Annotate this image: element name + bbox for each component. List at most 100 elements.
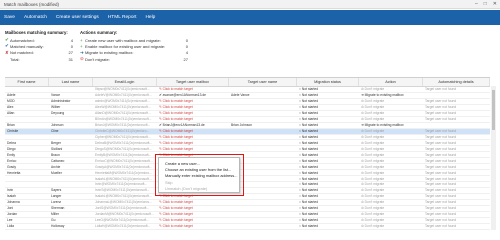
table-cell: EmilyB@WOM0x7411(0c)emicrosoft... xyxy=(95,152,152,157)
table-cell[interactable]: ⊘ Don't migrate xyxy=(359,176,423,181)
table-cell[interactable]: ⊘ Don't migrate xyxy=(359,117,423,122)
table-cell xyxy=(423,93,490,98)
table-cell[interactable]: ⊘ Don't migrate xyxy=(359,224,423,229)
table-cell: Target user not found xyxy=(425,188,457,193)
table-cell[interactable]: ➜ Migrate to existing mailbox xyxy=(359,93,423,98)
menu-html-report[interactable]: HTML Report xyxy=(108,15,137,20)
table-cell: admin@WOM0x7411(0c)emicrosoft... xyxy=(95,99,150,104)
table-cell[interactable]: ⊘ Don't migrate xyxy=(359,164,423,169)
actions_summary-row: ➜ Migrate to existing mailbox: 4 xyxy=(80,50,188,56)
table-cell: Jordan xyxy=(7,212,18,217)
table-cell: Cline xyxy=(51,129,59,134)
table-cell[interactable]: ⊘ Don't migrate xyxy=(359,212,423,217)
table-cell: ○ Not started xyxy=(299,105,319,110)
table-cell: ○ Not started xyxy=(299,206,319,211)
table-cell: Diego xyxy=(7,146,16,151)
table-cell: Braun xyxy=(51,152,60,157)
table-cell xyxy=(5,135,49,140)
maximize-icon[interactable]: □ xyxy=(484,1,487,7)
table-cell[interactable]: ✔ avance@env1ANorman13.de xyxy=(157,93,229,98)
table-cell[interactable]: ✎ Click to match target xyxy=(157,200,229,205)
table-cell[interactable]: ⊘ Don't migrate xyxy=(359,158,423,163)
table-cell: EnricoC@WOM0x7411(0c)emicrosoft... xyxy=(95,158,153,163)
table-cell[interactable]: ⊘ Don't migrate xyxy=(359,140,423,145)
table-cell[interactable]: ⊘ Don't migrate xyxy=(359,194,423,199)
table-cell[interactable]: ✎ Click to match target xyxy=(157,146,229,151)
table-cell[interactable]: ⊘ Don't migrate xyxy=(359,146,423,151)
column-header[interactable]: Action xyxy=(359,78,423,86)
table-cell[interactable]: ➜ Migrate to existing mailbox xyxy=(359,123,423,128)
table-cell[interactable]: ✎ Click to match target xyxy=(157,99,229,104)
menu-automatch[interactable]: Automatch xyxy=(24,15,47,20)
table-cell: Administrator xyxy=(51,99,71,104)
table-cell[interactable]: ✔ BrianJ@env1ANorman13.de xyxy=(157,123,229,128)
table-cell[interactable]: ⊘ Don't migrate xyxy=(359,218,423,223)
mailbox_summary-row: Total: 31 xyxy=(5,56,73,62)
minimize-icon[interactable]: – xyxy=(475,1,478,7)
table-cell[interactable]: ✎ Click to match target xyxy=(157,129,229,134)
summary-label: Total: xyxy=(10,56,20,62)
table-cell: ○ Not started xyxy=(299,158,319,163)
menu-save[interactable]: Save xyxy=(4,15,15,20)
table-cell[interactable]: ⊘ Don't migrate xyxy=(359,135,423,140)
table-row[interactable]: Lidia Holloway LidiaH@WOM0x7411(0c)emicros… xyxy=(5,224,490,230)
table-cell[interactable]: ✎ Click to match target xyxy=(157,105,229,110)
vertical-scrollbar[interactable] xyxy=(491,86,496,230)
menu-create-user-settings[interactable]: Create user settings xyxy=(56,15,99,20)
table-cell[interactable]: ⊘ Don't migrate xyxy=(359,188,423,193)
table-cell[interactable]: ✎ Click to match target xyxy=(157,87,229,92)
table-cell xyxy=(229,87,297,92)
table-cell[interactable]: ✎ Click to match target xyxy=(157,135,229,140)
table-cell[interactable]: ⊘ Don't migrate xyxy=(359,87,423,92)
table-cell xyxy=(49,182,93,187)
summary-label: Automatched: xyxy=(10,37,35,43)
table-cell: Emily xyxy=(7,152,16,157)
table-cell: Target user not found xyxy=(425,140,457,145)
column-header[interactable]: Target user mailbox xyxy=(157,78,229,86)
table-cell[interactable]: ⊘ Don't migrate xyxy=(359,182,423,187)
table-cell[interactable]: ⊘ Don't migrate xyxy=(359,105,423,110)
table-cell: Berger xyxy=(51,140,61,145)
column-header[interactable]: Target user name xyxy=(229,78,297,86)
column-header[interactable]: Automatching details xyxy=(423,78,490,86)
scrollbar-thumb[interactable] xyxy=(492,90,495,130)
summary-count: 0 xyxy=(185,37,188,43)
actions_summary-row: + Create new user with mailbox and migrat… xyxy=(80,37,188,43)
table-cell[interactable]: ⊘ Don't migrate xyxy=(359,152,423,157)
table-cell: IsaiahL@WOM0x7411(0c)emicrosoft... xyxy=(95,194,152,199)
table-cell[interactable]: ⊘ Don't migrate xyxy=(359,206,423,211)
table-cell: Johnson xyxy=(51,123,64,128)
table-cell xyxy=(229,212,297,217)
column-header[interactable]: Last name xyxy=(49,78,93,86)
column-header[interactable]: Email/Login xyxy=(93,78,157,86)
table-cell xyxy=(5,182,49,187)
table-cell[interactable]: ⊘ Don't migrate xyxy=(359,170,423,175)
table-cell xyxy=(229,218,297,223)
table-cell[interactable]: ⊘ Don't migrate xyxy=(359,200,423,205)
table-cell[interactable]: ✎ Click to match target xyxy=(157,140,229,145)
table-cell: Wilber xyxy=(51,105,61,110)
table-cell[interactable]: ✎ Click to match target xyxy=(157,218,229,223)
table-cell: Christie xyxy=(7,129,19,134)
table-cell: DiegoS@WOM0x7411(0c)emicrosoft... xyxy=(95,146,152,151)
close-icon[interactable]: ✕ xyxy=(493,1,497,7)
table-cell: Target user not found xyxy=(425,105,457,110)
summary-label: Don't migrate: xyxy=(85,56,110,62)
table-cell[interactable]: ⊘ Don't migrate xyxy=(359,111,423,116)
table-cell: ○ Not started xyxy=(299,87,319,92)
column-header[interactable]: First name xyxy=(5,78,49,86)
table-cell[interactable]: ✎ Click to match target xyxy=(157,206,229,211)
table-cell[interactable]: ✎ Click to match target xyxy=(157,117,229,122)
menu-help[interactable]: Help xyxy=(145,15,155,20)
table-cell[interactable]: ✎ Click to match target xyxy=(157,224,229,229)
highlight-box xyxy=(155,154,244,196)
column-header[interactable]: Migration status xyxy=(297,78,359,86)
table-cell: Adele xyxy=(7,93,16,98)
table-cell: ○ Not started xyxy=(299,152,319,157)
table-cell[interactable]: ✎ Click to match target xyxy=(157,212,229,217)
table-cell[interactable]: ⊘ Don't migrate xyxy=(359,129,423,134)
table-cell[interactable]: ⊘ Don't migrate xyxy=(359,99,423,104)
table-cell[interactable]: ✎ Click to match target xyxy=(157,111,229,116)
table-cell xyxy=(5,176,49,181)
summary-count: 4 xyxy=(185,50,188,56)
